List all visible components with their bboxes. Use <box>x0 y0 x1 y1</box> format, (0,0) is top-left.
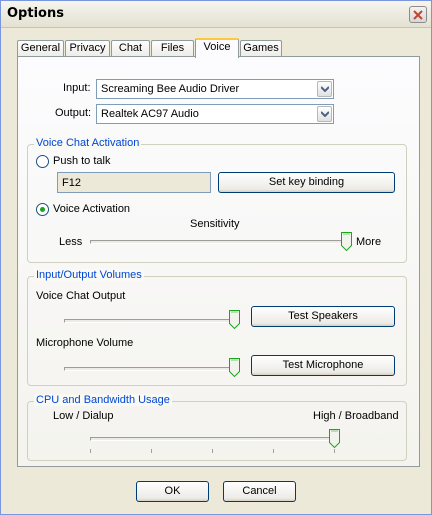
sensitivity-more-label: More <box>356 236 382 248</box>
tab-label: General <box>20 42 61 54</box>
test-microphone-button[interactable]: Test Microphone <box>251 355 395 376</box>
microphone-slider-thumb[interactable] <box>229 358 240 378</box>
button-label: Set key binding <box>268 176 345 188</box>
input-output-volumes-group: Input/Output Volumes Voice Chat Output T… <box>27 269 407 386</box>
slider-tick <box>151 449 152 453</box>
tab-label: Games <box>243 42 279 54</box>
sensitivity-less-label: Less <box>59 236 83 248</box>
group-title: Voice Chat Activation <box>34 137 142 149</box>
group-title: Input/Output Volumes <box>34 269 144 281</box>
input-device-value: Screaming Bee Audio Driver <box>101 83 240 95</box>
button-label: Cancel <box>242 485 277 497</box>
chevron-down-icon <box>320 86 329 92</box>
dropdown-button[interactable] <box>317 81 332 97</box>
tab-voice[interactable]: Voice <box>195 38 239 58</box>
cancel-button[interactable]: Cancel <box>223 481 296 502</box>
push-to-talk-label[interactable]: Push to talk <box>53 155 110 167</box>
slider-tick <box>212 449 213 453</box>
title-bar[interactable]: Options <box>1 1 431 28</box>
button-label: Test Speakers <box>288 310 358 322</box>
microphone-volume-label: Microphone Volume <box>36 337 134 349</box>
tab-chat[interactable]: Chat <box>111 40 150 57</box>
output-device-value: Realtek AC97 Audio <box>101 108 199 120</box>
slider-tick <box>90 449 91 453</box>
slider-tick <box>273 449 274 453</box>
input-device-select[interactable]: Screaming Bee Audio Driver <box>96 79 334 99</box>
close-button[interactable] <box>409 6 427 23</box>
window-title: Options <box>7 6 64 21</box>
voice-chat-output-label: Voice Chat Output <box>36 290 126 302</box>
voice-chat-activation-group: Voice Chat Activation Push to talk F12 S… <box>27 137 407 263</box>
chevron-down-icon <box>320 111 329 117</box>
sensitivity-label: Sensitivity <box>190 218 240 230</box>
key-binding-value: F12 <box>62 177 81 189</box>
tab-label: Files <box>160 42 185 54</box>
voice-output-slider-track[interactable] <box>64 319 234 323</box>
input-label: Input: <box>63 82 91 94</box>
test-speakers-button[interactable]: Test Speakers <box>251 306 395 327</box>
bandwidth-tick-marks <box>28 402 406 460</box>
voice-activation-label[interactable]: Voice Activation <box>53 203 130 215</box>
close-icon <box>413 9 423 20</box>
microphone-slider-track[interactable] <box>64 367 234 371</box>
sensitivity-slider-thumb[interactable] <box>341 232 352 252</box>
options-window: Options General Privacy Chat Files Voice… <box>0 0 432 515</box>
tab-label: Voice <box>203 41 231 53</box>
sensitivity-slider-track[interactable] <box>90 240 346 244</box>
voice-activation-radio[interactable] <box>36 203 49 216</box>
cpu-bandwidth-group: CPU and Bandwidth Usage Low / Dialup Hig… <box>27 394 407 461</box>
button-label: OK <box>164 485 181 497</box>
set-key-binding-button[interactable]: Set key binding <box>218 172 395 193</box>
slider-tick <box>334 449 335 453</box>
voice-tab-panel: Input: Screaming Bee Audio Driver Output… <box>17 56 420 467</box>
tab-games[interactable]: Games <box>240 40 282 57</box>
tab-general[interactable]: General <box>17 40 64 57</box>
radio-selected-dot <box>40 207 45 212</box>
tab-files[interactable]: Files <box>151 40 194 57</box>
tab-privacy[interactable]: Privacy <box>65 40 110 57</box>
button-label: Test Microphone <box>282 359 364 371</box>
key-binding-field: F12 <box>57 172 211 193</box>
output-label: Output: <box>55 107 92 119</box>
ok-button[interactable]: OK <box>136 481 209 502</box>
tab-label: Privacy <box>69 42 106 54</box>
tab-label: Chat <box>118 42 143 54</box>
voice-output-slider-thumb[interactable] <box>229 310 240 330</box>
push-to-talk-radio[interactable] <box>36 155 49 168</box>
dropdown-button[interactable] <box>317 106 332 122</box>
output-device-select[interactable]: Realtek AC97 Audio <box>96 104 334 124</box>
